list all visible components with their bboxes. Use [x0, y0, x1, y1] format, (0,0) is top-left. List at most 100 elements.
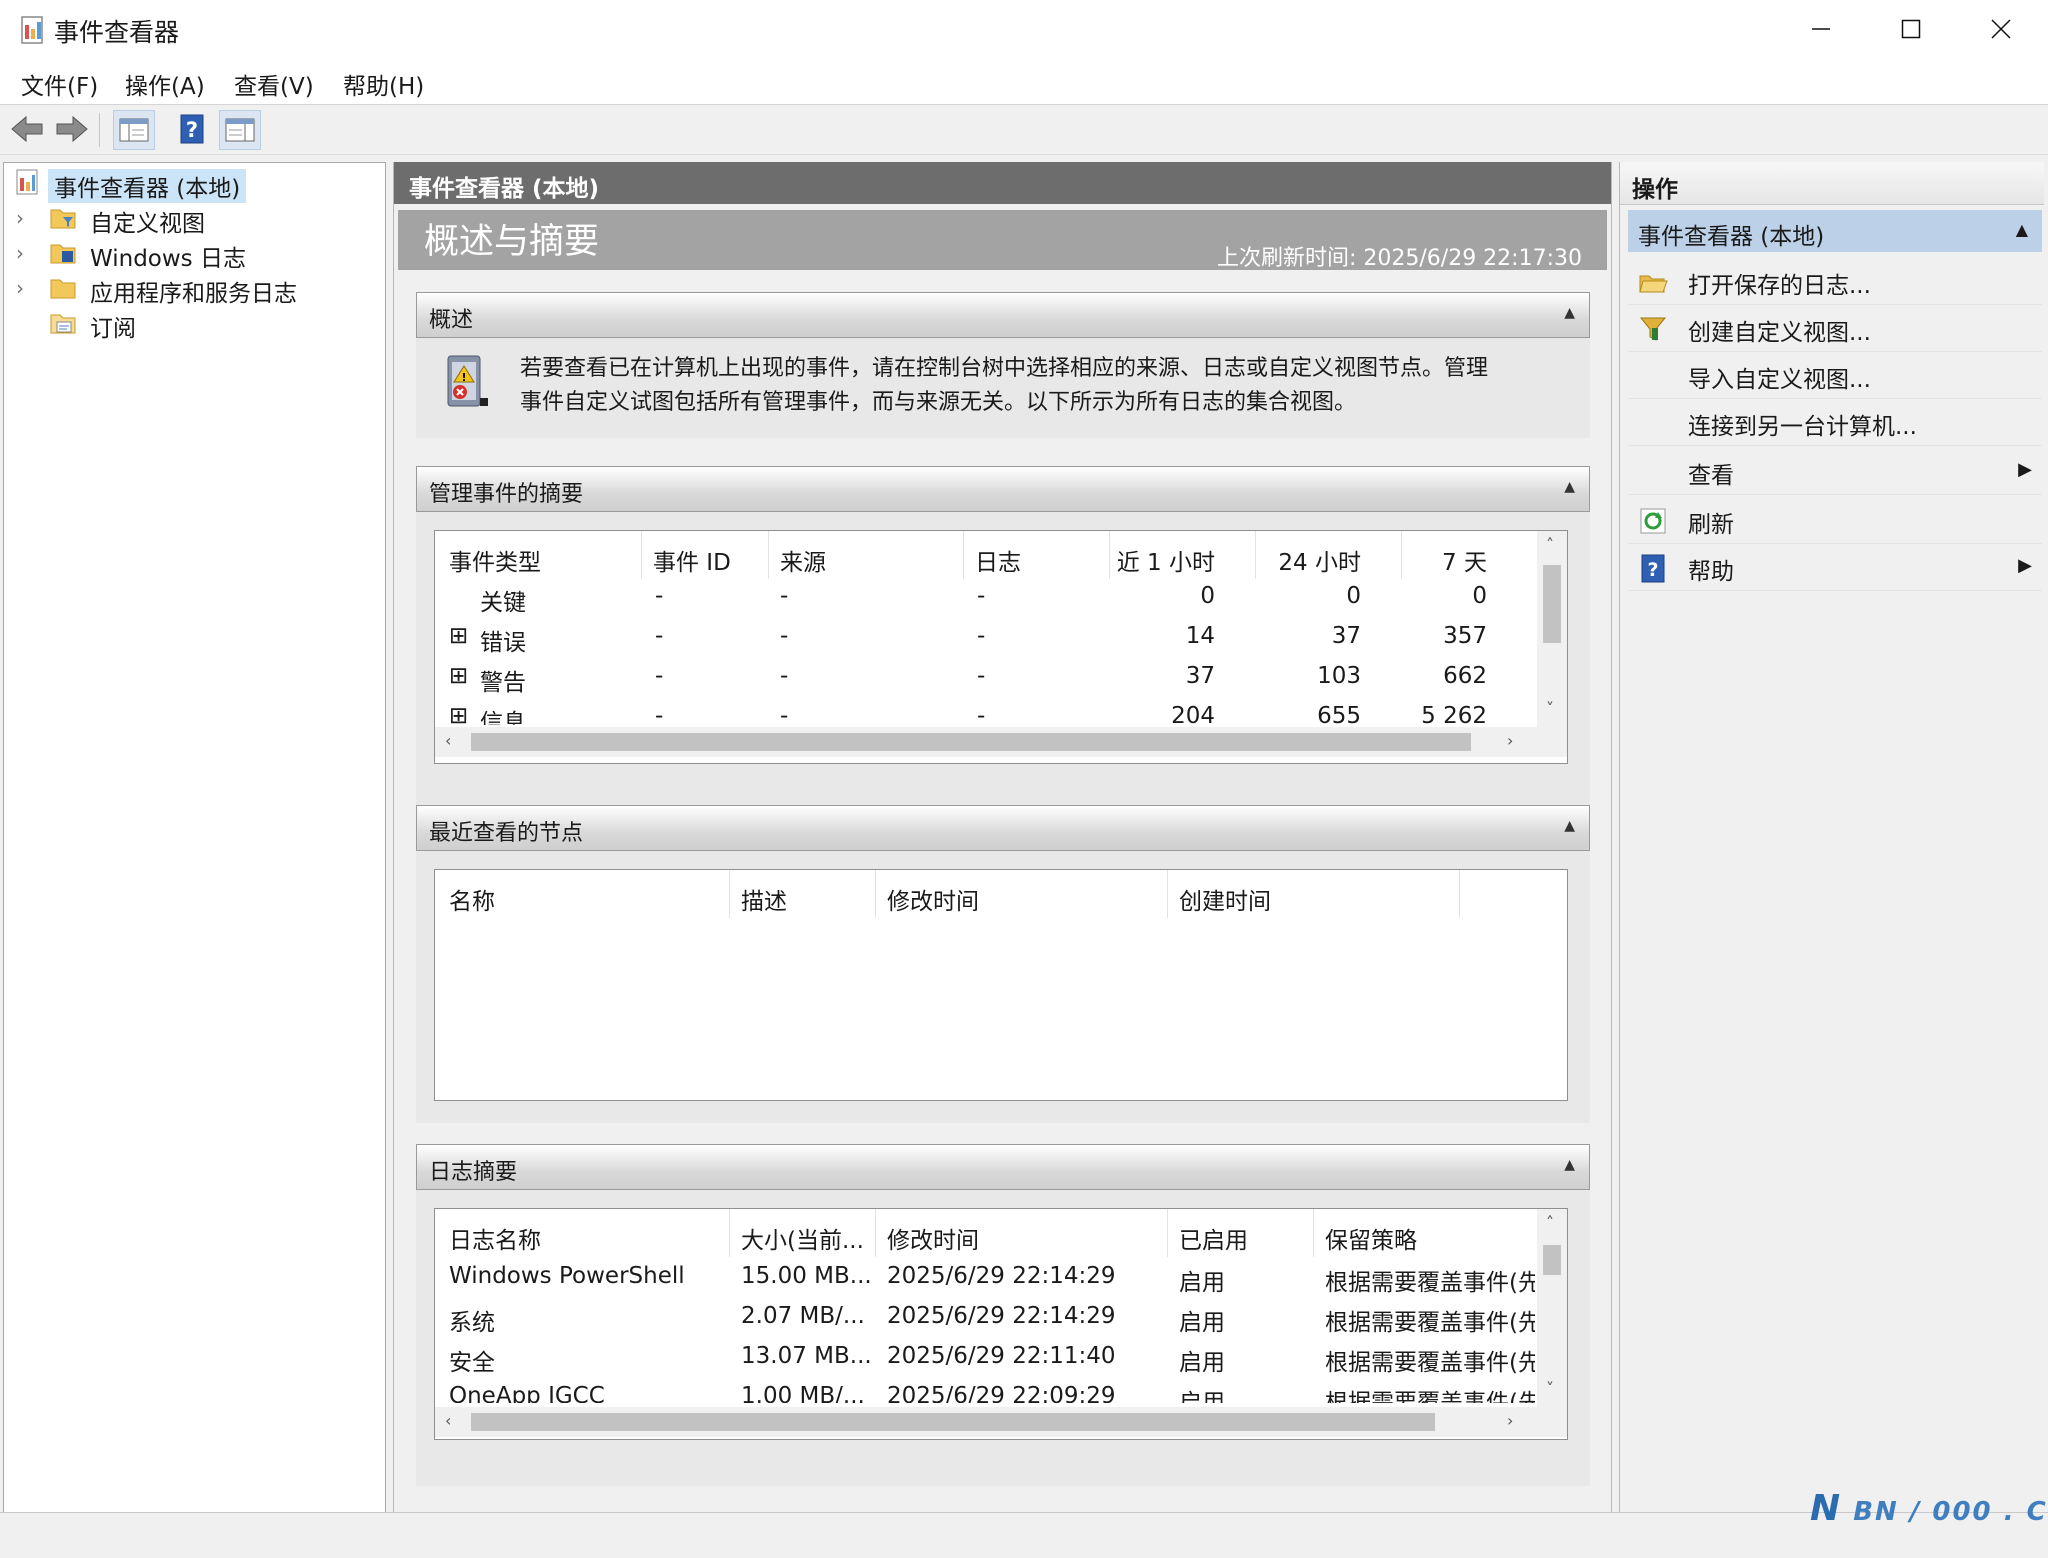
expand-toggle-icon[interactable]: ⊞	[449, 623, 468, 649]
chevron-right-icon[interactable]: ›	[16, 276, 24, 300]
column-header-modified[interactable]: 修改时间	[887, 1221, 979, 1255]
collapse-icon[interactable]: ▲	[1564, 818, 1575, 834]
console-tree: 事件查看器 (本地) › 自定义视图 › Windows 日志 › 应用程序和服…	[3, 162, 386, 1514]
column-header-enabled[interactable]: 已启用	[1179, 1221, 1248, 1255]
tree-item-windows-logs[interactable]: › Windows 日志	[4, 235, 385, 272]
action-refresh[interactable]: 刷新	[1628, 497, 2042, 544]
column-header-description[interactable]: 描述	[741, 882, 787, 916]
horizontal-scrollbar[interactable]: ‹ ›	[435, 727, 1567, 757]
action-import-custom-view[interactable]: 导入自定义视图...	[1628, 352, 2042, 399]
column-header-7-days[interactable]: 7 天	[1381, 543, 1487, 577]
table-row[interactable]: ⊞ 警告 - - - 37 103 662	[435, 663, 1535, 703]
scroll-up-icon[interactable]: ˄	[1546, 535, 1554, 554]
table-row[interactable]: OneApp IGCC 1.00 MB/... 2025/6/29 22:09:…	[435, 1383, 1535, 1403]
action-create-custom-view[interactable]: 创建自定义视图...	[1628, 305, 2042, 352]
scroll-right-icon[interactable]: ›	[1507, 1411, 1513, 1430]
column-header-last-hour[interactable]: 近 1 小时	[1115, 543, 1215, 577]
tree-item-custom-views[interactable]: › 自定义视图	[4, 200, 385, 237]
chevron-right-icon[interactable]: ›	[16, 241, 24, 265]
column-header-source[interactable]: 来源	[780, 543, 826, 577]
admin-summary-section-header[interactable]: 管理事件的摘要 ▲	[416, 466, 1590, 512]
scroll-down-icon[interactable]: ˅	[1546, 699, 1554, 718]
column-divider[interactable]	[1167, 1209, 1168, 1257]
collapse-icon[interactable]: ▲	[1564, 479, 1575, 495]
column-divider[interactable]	[1459, 870, 1460, 918]
actions-group-header[interactable]: 事件查看器 (本地) ▲	[1628, 210, 2042, 252]
menu-action[interactable]: 操作(A)	[125, 67, 205, 101]
column-divider[interactable]	[1167, 870, 1168, 918]
column-divider[interactable]	[875, 870, 876, 918]
tree-root-event-viewer[interactable]: 事件查看器 (本地)	[4, 165, 385, 203]
scrollbar-thumb[interactable]	[471, 1413, 1435, 1431]
menu-view[interactable]: 查看(V)	[234, 67, 314, 101]
column-header-24-hours[interactable]: 24 小时	[1235, 543, 1361, 577]
table-row[interactable]: ⊞ 信息 - - - 204 655 5 262	[435, 703, 1535, 725]
horizontal-scrollbar[interactable]: ‹ ›	[435, 1407, 1567, 1437]
column-header-log-name[interactable]: 日志名称	[449, 1221, 541, 1255]
minimize-button[interactable]	[1776, 0, 1866, 60]
table-row[interactable]: 关键 - - - 0 0 0	[435, 583, 1535, 623]
table-row[interactable]: 系统 2.07 MB/... 2025/6/29 22:14:29 启用 根据需…	[435, 1303, 1535, 1343]
tree-item-app-service-logs[interactable]: › 应用程序和服务日志	[4, 270, 385, 307]
column-divider[interactable]	[729, 1209, 730, 1257]
action-connect-computer[interactable]: 连接到另一台计算机...	[1628, 399, 2042, 446]
table-row[interactable]: Windows PowerShell 15.00 MB... 2025/6/29…	[435, 1263, 1535, 1303]
table-row[interactable]: ⊞ 错误 - - - 14 37 357	[435, 623, 1535, 663]
column-header-modified[interactable]: 修改时间	[887, 882, 979, 916]
column-header-log[interactable]: 日志	[975, 543, 1021, 577]
column-divider[interactable]	[1401, 531, 1402, 579]
scroll-down-icon[interactable]: ˅	[1546, 1379, 1554, 1398]
menu-help[interactable]: 帮助(H)	[343, 67, 424, 101]
column-divider[interactable]	[875, 1209, 876, 1257]
collapse-icon[interactable]: ▲	[2016, 220, 2028, 239]
expand-toggle-icon[interactable]: ⊞	[449, 703, 468, 725]
column-divider[interactable]	[768, 531, 769, 579]
action-help[interactable]: ? 帮助 ▶	[1628, 544, 2042, 591]
column-header-created[interactable]: 创建时间	[1179, 882, 1271, 916]
collapse-icon[interactable]: ▲	[1564, 305, 1575, 321]
close-button[interactable]	[1956, 0, 2046, 60]
scrollbar-thumb[interactable]	[1543, 1245, 1561, 1275]
admin-summary-table[interactable]: 事件类型 事件 ID 来源 日志 近 1 小时 24 小时 7 天 关键 - -…	[434, 530, 1568, 764]
vertical-scrollbar[interactable]: ˄ ˅	[1537, 531, 1567, 727]
column-divider[interactable]	[729, 870, 730, 918]
scroll-left-icon[interactable]: ‹	[445, 731, 451, 750]
column-divider[interactable]	[1313, 1209, 1314, 1257]
column-header-retention[interactable]: 保留策略	[1325, 1221, 1417, 1255]
back-button[interactable]	[8, 110, 48, 148]
cell-24-hours: 103	[1317, 663, 1361, 689]
column-header-event-id[interactable]: 事件 ID	[653, 543, 731, 577]
action-open-saved-log[interactable]: 打开保存的日志...	[1628, 258, 2042, 305]
cell-log-name: Windows PowerShell	[449, 1263, 685, 1289]
chevron-right-icon[interactable]: ›	[16, 206, 24, 230]
scrollbar-thumb[interactable]	[1543, 565, 1561, 643]
scroll-up-icon[interactable]: ˄	[1546, 1213, 1554, 1232]
scroll-left-icon[interactable]: ‹	[445, 1411, 451, 1430]
recent-nodes-section-header[interactable]: 最近查看的节点 ▲	[416, 805, 1590, 851]
action-view[interactable]: 查看 ▶	[1628, 448, 2042, 495]
show-hide-console-tree-button[interactable]	[113, 110, 155, 150]
column-header-event-type[interactable]: 事件类型	[449, 543, 541, 577]
scrollbar-thumb[interactable]	[471, 733, 1471, 751]
collapse-icon[interactable]: ▲	[1564, 1157, 1575, 1173]
recent-nodes-table[interactable]: 名称 描述 修改时间 创建时间	[434, 869, 1568, 1101]
show-hide-action-pane-button[interactable]	[219, 110, 261, 150]
menu-file[interactable]: 文件(F)	[21, 67, 98, 101]
expand-toggle-icon[interactable]: ⊞	[449, 663, 468, 689]
scroll-right-icon[interactable]: ›	[1507, 731, 1513, 750]
log-summary-table[interactable]: 日志名称 大小(当前... 修改时间 已启用 保留策略 Windows Powe…	[434, 1208, 1568, 1440]
overview-section-header[interactable]: 概述 ▲	[416, 292, 1590, 338]
tree-item-subscriptions[interactable]: 订阅	[4, 305, 385, 342]
maximize-button[interactable]	[1866, 0, 1956, 60]
vertical-scrollbar[interactable]: ˄ ˅	[1537, 1209, 1567, 1407]
column-divider[interactable]	[1255, 531, 1256, 579]
column-header-size[interactable]: 大小(当前...	[741, 1221, 871, 1255]
column-divider[interactable]	[641, 531, 642, 579]
help-toolbar-button[interactable]: ?	[172, 110, 212, 148]
column-divider[interactable]	[963, 531, 964, 579]
column-divider[interactable]	[1109, 531, 1110, 579]
table-row[interactable]: 安全 13.07 MB... 2025/6/29 22:11:40 启用 根据需…	[435, 1343, 1535, 1383]
log-summary-section-header[interactable]: 日志摘要 ▲	[416, 1144, 1590, 1190]
column-header-name[interactable]: 名称	[449, 882, 495, 916]
forward-button[interactable]	[51, 110, 91, 148]
